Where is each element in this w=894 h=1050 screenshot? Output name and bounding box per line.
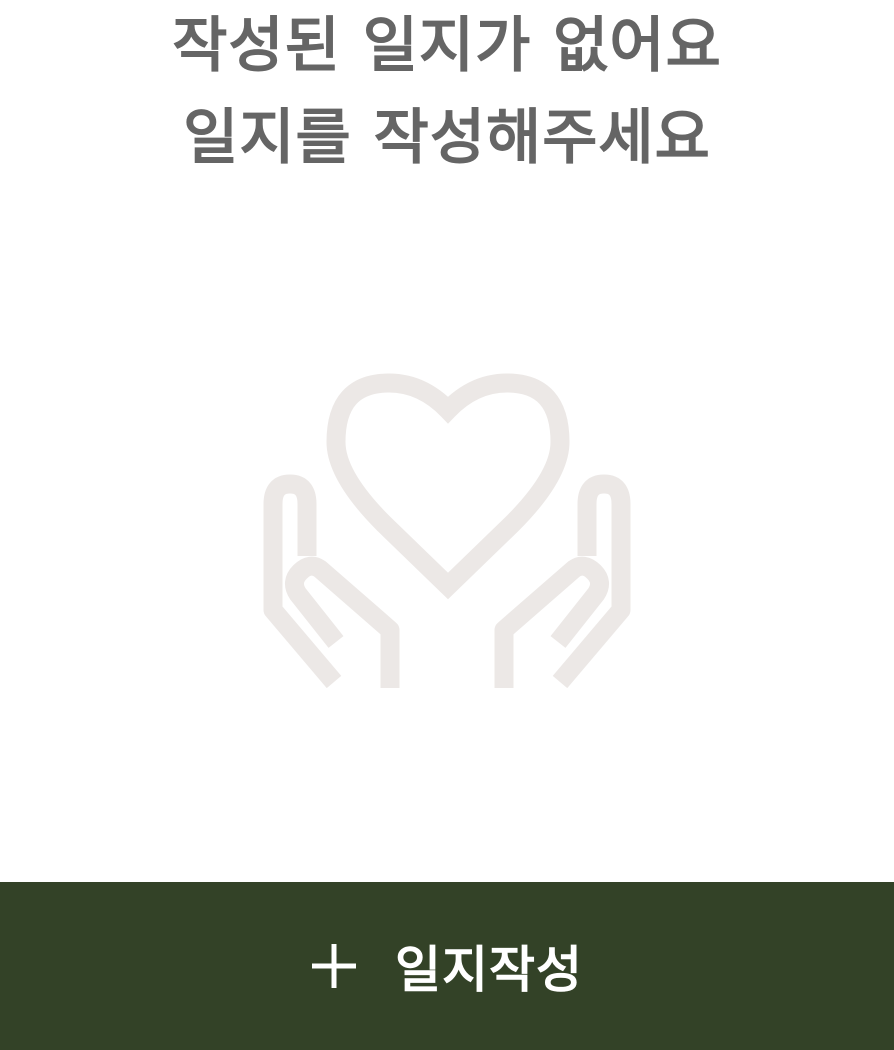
hands-holding-heart-icon [262,372,632,690]
journal-empty-screen: 작성된 일지가 없어요 일지를 작성해주세요 일지작성 [0,0,894,1050]
plus-icon [311,943,357,989]
empty-state-subtitle: 일지를 작성해주세요 [183,103,711,173]
empty-state-message: 작성된 일지가 없어요 일지를 작성해주세요 [0,0,894,184]
write-journal-button[interactable]: 일지작성 [0,882,894,1050]
empty-state-title: 작성된 일지가 없어요 [172,11,722,81]
write-journal-label: 일지작성 [395,940,583,999]
